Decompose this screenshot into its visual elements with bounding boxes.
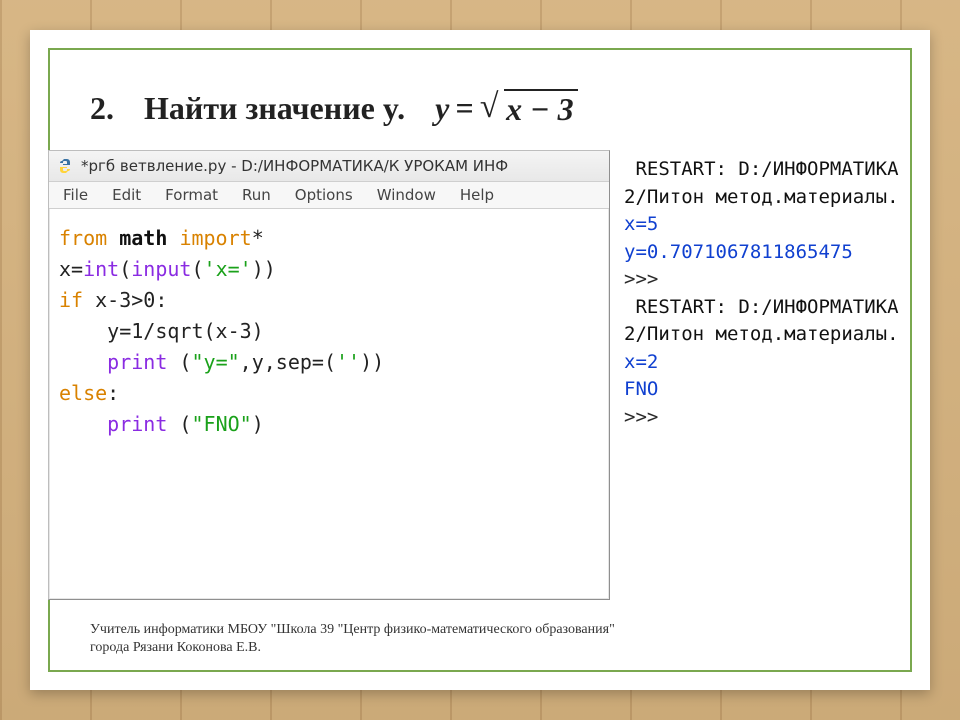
- indent: [59, 319, 107, 343]
- builtin-print: print: [107, 412, 167, 436]
- paren: (: [119, 257, 131, 281]
- kw-import: import: [179, 226, 251, 250]
- string-fno: "FNO": [191, 412, 251, 436]
- builtin-print: print: [107, 350, 167, 374]
- paren: (: [167, 412, 191, 436]
- editor-titlebar: *ргб ветвление.ру - D:/ИНФОРМАТИКА/К УРО…: [49, 151, 609, 182]
- shell-restart: RESTART: D:/ИНФОРМАТИКА: [624, 158, 899, 180]
- shell-input-x: x=5: [624, 213, 658, 235]
- content-area: *ргб ветвление.ру - D:/ИНФОРМАТИКА/К УРО…: [48, 150, 912, 600]
- paren-close: ): [252, 412, 264, 436]
- slide-footer: Учитель информатики МБОУ "Школа 39 "Цент…: [90, 621, 870, 656]
- paren-close: )): [360, 350, 384, 374]
- slide-card: 2. Найти значение y. y = √ x − 3 *ргб ве…: [30, 30, 930, 690]
- editor-menubar: File Edit Format Run Options Window Help: [49, 182, 609, 209]
- kw-from: from: [59, 226, 107, 250]
- builtin-int: int: [83, 257, 119, 281]
- slide-background: 2. Найти значение y. y = √ x − 3 *ргб ве…: [0, 0, 960, 720]
- indent: [59, 412, 107, 436]
- menu-help[interactable]: Help: [450, 183, 504, 207]
- footer-line2: города Рязани Коконова Е.В.: [90, 639, 870, 657]
- paren: (: [167, 350, 191, 374]
- kw-if: if: [59, 288, 83, 312]
- module-math: math: [119, 226, 167, 250]
- kw-else: else: [59, 381, 107, 405]
- python-idle-icon: [57, 158, 73, 174]
- shell-prompt: >>>: [624, 406, 670, 428]
- paren: (: [191, 257, 203, 281]
- sqrt-icon: √: [480, 88, 499, 126]
- formula-lhs: y: [435, 90, 449, 127]
- menu-run[interactable]: Run: [232, 183, 281, 207]
- shell-path: 2/Питон метод.материалы.: [624, 186, 899, 208]
- menu-options[interactable]: Options: [285, 183, 363, 207]
- formula-radicand: x − 3: [504, 89, 577, 128]
- print-args: ,y,sep=(: [240, 350, 336, 374]
- slide-title-text: Найти значение y.: [144, 90, 405, 127]
- menu-file[interactable]: File: [53, 183, 98, 207]
- slide-title: 2. Найти значение y. y = √ x − 3: [90, 86, 870, 130]
- editor-title-text: *ргб ветвление.ру - D:/ИНФОРМАТИКА/К УРО…: [81, 157, 508, 175]
- colon: :: [107, 381, 119, 405]
- import-star: *: [252, 226, 264, 250]
- shell-output-y: y=0.7071067811865475: [624, 241, 853, 263]
- shell-input-x2: x=2: [624, 351, 658, 373]
- menu-edit[interactable]: Edit: [102, 183, 151, 207]
- footer-line1: Учитель информатики МБОУ "Школа 39 "Цент…: [90, 621, 870, 639]
- code-area[interactable]: from math import* x=int(input('x=')) if …: [49, 209, 609, 599]
- string-xprompt: 'x=': [204, 257, 252, 281]
- var-x: x=: [59, 257, 83, 281]
- menu-window[interactable]: Window: [367, 183, 446, 207]
- idle-editor-window: *ргб ветвление.ру - D:/ИНФОРМАТИКА/К УРО…: [48, 150, 610, 600]
- paren-close: )): [252, 257, 276, 281]
- indent: [59, 350, 107, 374]
- slide-number: 2.: [90, 90, 114, 127]
- string-y: "y=": [191, 350, 239, 374]
- formula-eq: =: [455, 90, 473, 127]
- shell-path: 2/Питон метод.материалы.: [624, 323, 899, 345]
- shell-prompt: >>>: [624, 268, 670, 290]
- string-empty: '': [336, 350, 360, 374]
- assign-y: y=1/sqrt(x-3): [107, 319, 264, 343]
- slide-formula: y = √ x − 3: [435, 89, 578, 128]
- menu-format[interactable]: Format: [155, 183, 228, 207]
- if-condition: x-3>0:: [83, 288, 167, 312]
- shell-output-fno: FNO: [624, 378, 658, 400]
- shell-output: RESTART: D:/ИНФОРМАТИКА 2/Питон метод.ма…: [610, 150, 912, 600]
- builtin-input: input: [131, 257, 191, 281]
- shell-restart: RESTART: D:/ИНФОРМАТИКА: [624, 296, 899, 318]
